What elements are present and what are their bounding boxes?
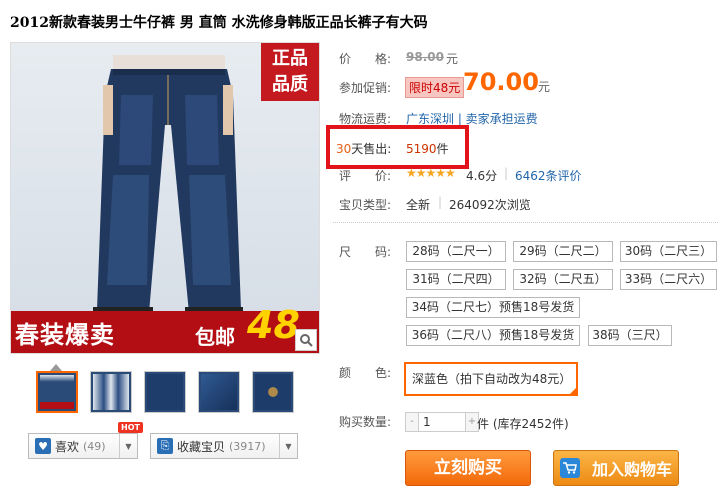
thumbnail-3[interactable] [144,371,186,413]
size-option-36[interactable]: 36码（二尺八）预售18号发货 [406,325,580,346]
banner-slogan: 春装爆卖 [15,321,115,349]
buy-now-button[interactable]: 立刻购买 [405,450,531,486]
color-label: 颜 色: [339,366,392,380]
original-price-unit: 元 [446,52,459,66]
quantity-stepper: - 1 + [405,412,479,432]
like-count: (49) [83,439,106,453]
quantity-input[interactable]: 1 [419,412,465,432]
selected-check-icon [568,386,578,396]
promo-price: 70.00 [463,68,539,96]
like-label: 喜欢 [55,439,80,454]
chevron-down-icon[interactable]: ▼ [119,434,137,458]
original-price: 98.00 [406,50,444,64]
sold-count: 5190件 [406,140,449,157]
promo-tag: 限时48元 [405,77,465,98]
size-option-33[interactable]: 33码（二尺六） [620,269,717,290]
promo-banner: 春装爆卖 包邮 48 [11,303,319,353]
add-to-cart-label: 加入购物车 [591,460,672,479]
bookmark-icon: ⎘ [157,438,173,454]
condition-label: 宝贝类型: [339,198,392,212]
quantity-label: 购买数量: [339,415,392,429]
rating-score: 4.6分 [466,169,498,183]
section-divider [333,222,718,223]
thumbnail-strip [36,371,294,413]
chevron-down-icon[interactable]: ▼ [279,434,297,458]
stock-info: 件 (库存2452件) [477,417,569,431]
size-label: 尺 码: [339,245,392,259]
badge-line-1: 正品 [272,48,308,69]
authentic-badge: 正品 品质 [261,43,319,101]
zoom-icon[interactable] [295,329,317,351]
thumbnail-4[interactable] [198,371,240,413]
rating-label: 评 价: [339,169,392,183]
size-option-30[interactable]: 30码（二尺三） [620,241,717,262]
rating-separator: | [504,166,509,180]
main-product-image[interactable]: 正品 品质 春装爆卖 包邮 48 [10,42,320,354]
jeans-illustration [93,55,243,317]
badge-line-2: 品质 [272,74,308,95]
favorite-label: 收藏宝贝 [177,439,226,454]
size-option-38[interactable]: 38码（三尺） [588,325,672,346]
promo-label: 参加促销: [339,81,392,95]
color-option-text: 深蓝色（拍下自动改为48元） [412,372,572,386]
condition-separator: | [438,195,443,209]
product-title: 2012新款春装男士牛仔裤 男 直筒 水洗修身韩版正品长裤子有大码 [10,15,428,31]
thumbnail-2[interactable] [90,371,132,413]
like-button[interactable]: ♥ 喜欢 (49) ▼ [28,433,138,459]
quantity-minus-button[interactable]: - [405,412,419,432]
condition-value: 全新 [406,198,431,212]
cart-icon [560,458,580,478]
favorite-button[interactable]: ⎘ 收藏宝贝 (3917) ▼ [150,433,298,459]
promo-price-unit: 元 [538,80,551,94]
size-option-31[interactable]: 31码（二尺四） [406,269,506,290]
price-label: 价 格: [339,52,392,66]
size-option-34[interactable]: 34码（二尺七）预售18号发货 [406,297,580,318]
view-count: 264092次浏览 [449,198,531,212]
hot-tag: HOT [118,422,143,433]
sold-count-value: 5190 [406,142,437,156]
sold-unit: 件 [436,142,449,156]
color-option-selected[interactable]: 深蓝色（拍下自动改为48元） [404,362,578,396]
thumbnail-pointer [50,364,62,371]
banner-free-shipping: 包邮 [195,325,235,349]
reviews-link[interactable]: 6462条评价 [515,167,582,184]
sold-label-text: 天售出: [351,142,392,156]
size-option-29[interactable]: 29码（二尺二） [513,241,613,262]
sold-days: 30 [336,142,352,156]
favorite-count: (3917) [229,439,266,453]
size-option-32[interactable]: 32码（二尺五） [513,269,613,290]
thumbnail-1[interactable] [36,371,78,413]
rating-stars: ★★★★★ [406,166,456,180]
banner-price-number: 48 [247,303,300,347]
sold-label: 30天售出: [336,140,391,157]
add-to-cart-button[interactable]: 加入购物车 [553,450,679,486]
heart-icon: ♥ [35,438,51,454]
size-option-28[interactable]: 28码（二尺一） [406,241,506,262]
thumbnail-5[interactable] [252,371,294,413]
